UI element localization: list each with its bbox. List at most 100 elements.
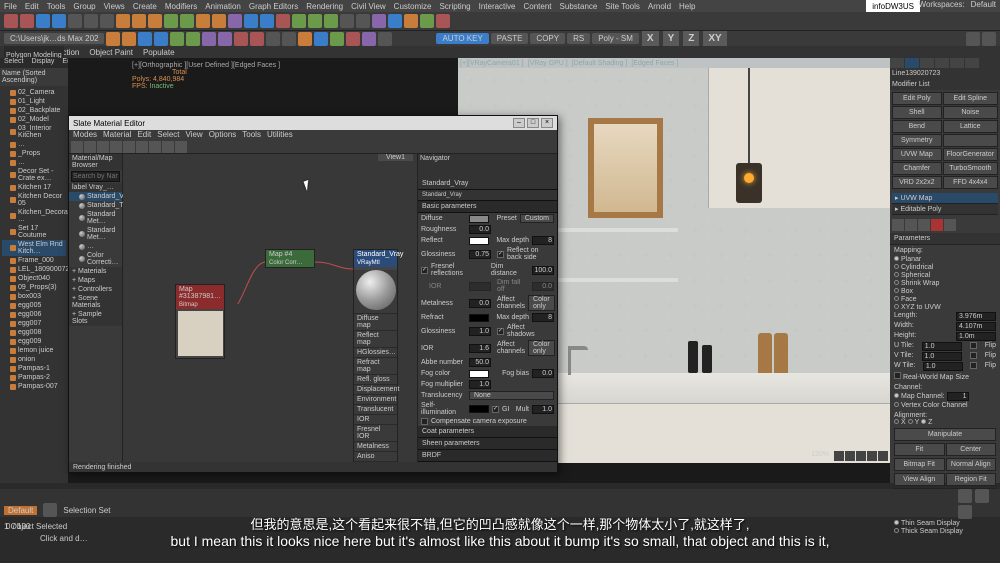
menu-grapheditors[interactable]: Graph Editors [249, 2, 298, 11]
refr-gloss-input[interactable] [469, 327, 491, 336]
material-node-slot[interactable]: Fog color [354, 461, 397, 462]
slate-material-name[interactable]: Standard_Vray [418, 178, 557, 190]
menu-animation[interactable]: Animation [205, 2, 241, 11]
menu-edit[interactable]: Edit [25, 2, 39, 11]
slate-material-editor-window[interactable]: Slate Material Editor – □ × Modes Materi… [68, 115, 558, 473]
refl-back-checkbox[interactable] [497, 251, 504, 258]
viewport-nav-controls[interactable] [958, 489, 998, 517]
mat-entry-2[interactable]: Standard_Tiles… [69, 201, 122, 210]
mat-entry-6[interactable]: Color Correcti… [69, 251, 122, 267]
diffuse-swatch[interactable] [469, 215, 489, 223]
modifier-button[interactable]: Chamfer [892, 162, 942, 175]
autokey-button[interactable]: AUTO KEY [436, 33, 488, 44]
poly-sm-button[interactable]: Poly - SM [592, 33, 639, 44]
hide-unused-icon[interactable] [123, 141, 135, 153]
outliner-item[interactable]: 02_Backplate [2, 106, 66, 115]
close-icon[interactable]: × [541, 118, 553, 128]
center-button[interactable]: Center [946, 443, 997, 456]
si-gi-checkbox[interactable] [492, 406, 499, 413]
colorcorrect-node[interactable]: Map #4 Color Corr… [265, 249, 315, 268]
outliner-item[interactable]: Frame_000 [2, 256, 66, 265]
menu-interactive[interactable]: Interactive [479, 2, 516, 11]
maximize-icon[interactable]: □ [527, 118, 539, 128]
modifier-list-dropdown[interactable]: Modifier List [890, 79, 1000, 90]
slate-menu-view[interactable]: View [186, 130, 203, 140]
modifier-button[interactable]: Shell [892, 106, 942, 119]
menu-views[interactable]: Views [104, 2, 125, 11]
slate-tool-9-icon[interactable] [175, 141, 187, 153]
align-x-radio[interactable] [894, 419, 899, 424]
material-search-input[interactable] [71, 171, 120, 182]
affect-ch-dropdown[interactable]: Color only [528, 295, 555, 311]
mat-cat-maps[interactable]: + Maps [69, 276, 122, 285]
brdf-header[interactable]: BRDF [418, 450, 557, 462]
slate-titlebar[interactable]: Slate Material Editor – □ × [69, 116, 557, 130]
slate-tool-8-icon[interactable] [162, 141, 174, 153]
object-name-field[interactable]: Line139020723 [890, 68, 1000, 79]
align-z-radio[interactable] [921, 419, 926, 424]
vp-ctrl-2-icon[interactable] [845, 451, 855, 461]
slate-menu-select[interactable]: Select [157, 130, 179, 140]
angle-snap-icon[interactable] [180, 14, 194, 28]
max-depth-input[interactable] [532, 236, 554, 245]
material-node-slot[interactable]: Reflect map [354, 330, 397, 347]
mat-cat-scenemats[interactable]: + Scene Materials [69, 294, 122, 310]
assign-material-icon[interactable] [84, 141, 96, 153]
mat-entry-3[interactable]: Standard Met… [69, 210, 122, 226]
mat-cat-scene[interactable]: label Vray_… [69, 183, 122, 192]
modifier-button[interactable]: Symmetry [892, 134, 942, 147]
modifier-stack-item[interactable]: ▸ UVW Map [892, 193, 998, 204]
material-node-slot[interactable]: Refract map [354, 357, 397, 374]
vp-ctrl-4-icon[interactable] [867, 451, 877, 461]
tb2-icon-9[interactable] [234, 32, 248, 46]
menu-customize[interactable]: Customize [394, 2, 432, 11]
menu-content[interactable]: Content [524, 2, 552, 11]
vp-ctrl-5-icon[interactable] [878, 451, 888, 461]
axis-xy-button[interactable]: XY [703, 31, 726, 46]
align-y-radio[interactable] [908, 419, 913, 424]
fog-color-swatch[interactable] [469, 370, 489, 378]
slate-menu-utilities[interactable]: Utilities [267, 130, 293, 140]
outliner-item[interactable]: Kitchen Decor 05 [2, 192, 66, 208]
mat-entry-1[interactable]: Standard_Vra… [69, 192, 122, 201]
modifier-stack[interactable]: ▸ UVW Map▸ Editable Poly [890, 191, 1000, 217]
mapping-mode-radio[interactable]: Box [894, 288, 996, 295]
outliner-item[interactable]: Decor Set - Crate ex… [2, 167, 66, 183]
coat-params-header[interactable]: Coat parameters [418, 426, 557, 438]
mapping-mode-radio[interactable]: Planar [894, 256, 996, 263]
comp-exposure-checkbox[interactable] [421, 418, 428, 425]
menu-tools[interactable]: Tools [47, 2, 66, 11]
slate-view-tab[interactable]: View1 [378, 154, 413, 161]
mat-entry-4[interactable]: Standard Met… [69, 226, 122, 242]
slate-menu-options[interactable]: Options [209, 130, 237, 140]
menu-substance[interactable]: Substance [560, 2, 598, 11]
rotate-icon[interactable] [132, 14, 146, 28]
viewport-label-tabs[interactable]: [+][VRayCamera01 ] [VRay GPU ] [Default … [460, 60, 678, 67]
mat-cat-materials[interactable]: + Materials [69, 267, 122, 276]
render-frame-icon[interactable] [308, 14, 322, 28]
outliner-item[interactable]: West Elm Rnd Kitch… [2, 240, 66, 256]
wtile-input[interactable] [923, 362, 963, 371]
vtile-input[interactable] [922, 352, 962, 361]
workspaces-value[interactable]: Default [971, 0, 996, 9]
select-region-icon[interactable] [100, 14, 114, 28]
copy-button[interactable]: COPY [530, 33, 565, 44]
affect-shadows-checkbox[interactable] [497, 328, 504, 335]
tb2-right-1-icon[interactable] [966, 32, 980, 46]
main-menubar[interactable]: File Edit Tools Group Views Create Modif… [0, 0, 1000, 12]
refr-ior-input[interactable] [469, 344, 491, 353]
material-node-slot[interactable]: Diffuse map [354, 313, 397, 330]
cmd-tab-create-icon[interactable] [890, 58, 904, 68]
slate-menu-edit[interactable]: Edit [137, 130, 151, 140]
fresnel-checkbox[interactable] [421, 267, 428, 274]
sheen-params-header[interactable]: Sheen parameters [418, 438, 557, 450]
fit-button[interactable]: Fit [894, 443, 945, 456]
redo-icon[interactable] [20, 14, 34, 28]
mat-cat-samples[interactable]: + Sample Slots [69, 310, 122, 326]
cmd-tab-modify-icon[interactable] [905, 58, 919, 68]
pan-icon[interactable] [958, 489, 972, 503]
outliner-item[interactable]: … [2, 140, 66, 149]
cmd-tab-motion-icon[interactable] [935, 58, 949, 68]
map-channel-input[interactable] [947, 392, 969, 401]
tool-extra-6-icon[interactable] [420, 14, 434, 28]
